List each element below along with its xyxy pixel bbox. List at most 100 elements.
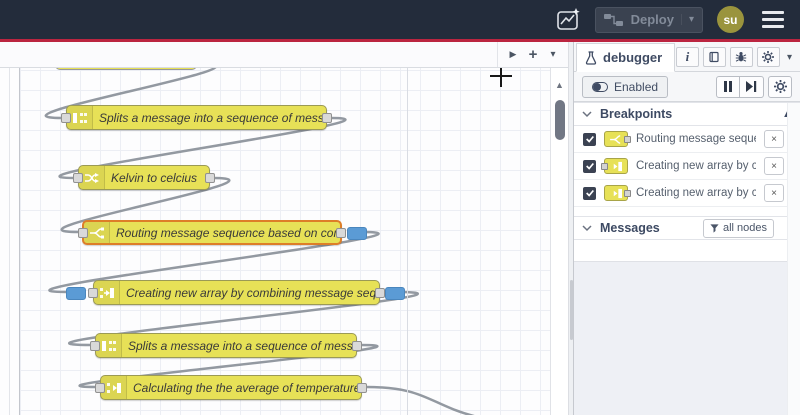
remove-breakpoint-button[interactable]: × (764, 184, 784, 202)
breakpoint-marker-output[interactable] (385, 286, 405, 300)
breakpoint-label: Routing message sequence based on condit… (636, 133, 756, 145)
check-icon (585, 135, 594, 143)
breakpoint-checkbox[interactable] (583, 186, 596, 200)
breakpoint-label: Creating new array by combining message … (636, 160, 756, 172)
sidebar-tab-buttons: i ▾ (675, 47, 800, 71)
messages-section-header[interactable]: Messages all nodes (574, 216, 800, 240)
add-flow-button[interactable]: + (524, 42, 542, 67)
help-book-button[interactable] (702, 47, 726, 67)
flow-list-caret-button[interactable]: ▾ (544, 42, 562, 67)
remove-breakpoint-button[interactable]: × (764, 157, 784, 175)
debugger-toolbar: Enabled (574, 72, 800, 102)
filter-funnel-icon (710, 223, 719, 233)
breakpoint-label: Creating new array by combining message … (636, 187, 756, 199)
node-red-app: Deploy ▾ su ▶ + ▾ Splits a message into … (0, 0, 800, 415)
output-port[interactable] (352, 340, 362, 351)
filter-all-nodes-button[interactable]: all nodes (702, 218, 774, 238)
input-port[interactable] (73, 172, 83, 183)
breakpoint-marker-input[interactable] (66, 286, 86, 300)
ai-chart-icon (556, 7, 580, 30)
mini-join-node-icon (604, 185, 631, 201)
node-label: Calculating the the average of temperatu… (133, 380, 357, 395)
mini-output-port (624, 135, 631, 143)
chevron-down-icon (582, 225, 592, 232)
pause-button[interactable] (716, 75, 740, 98)
breakpoint-row: Creating new array by combining message … (574, 153, 800, 180)
node-label: Kelvin to celcius (111, 170, 198, 185)
input-port[interactable] (88, 287, 98, 298)
wire[interactable] (365, 385, 550, 415)
canvas-vertical-scrollbar[interactable]: ▲ (550, 68, 568, 415)
sidebar: debugger i ▾ Enabled Breakpoints Routing… (573, 42, 800, 415)
sidebar-menu-caret[interactable]: ▾ (784, 52, 795, 63)
mini-input-port (601, 162, 608, 170)
deploy-label: Deploy (630, 12, 674, 27)
debugger-settings-button[interactable] (768, 75, 792, 98)
gear-icon (762, 51, 775, 63)
main-area: ▶ + ▾ Splits a message into a sequence o… (0, 42, 800, 415)
output-port[interactable] (357, 382, 367, 393)
scrollbar-thumb[interactable] (555, 100, 565, 140)
user-avatar[interactable]: su (717, 6, 744, 33)
messages-empty-row (574, 240, 800, 262)
input-port[interactable] (90, 340, 100, 351)
canvas-boundary-line (407, 68, 408, 415)
node-label: Routing message sequence based on condit… (116, 225, 336, 240)
bug-icon (736, 52, 747, 62)
chevron-down-icon (582, 111, 592, 118)
main-menu-button[interactable] (758, 9, 788, 30)
flow-canvas[interactable]: Splits a message into a sequence of mess… (0, 68, 550, 415)
node-split-1[interactable]: Splits a message into a sequence of mess… (61, 105, 332, 130)
output-port[interactable] (322, 112, 332, 123)
output-port[interactable] (205, 172, 215, 183)
breakpoint-checkbox[interactable] (583, 132, 596, 146)
node-join-1[interactable]: Creating new array by combining message … (66, 280, 405, 305)
tabstrip-controls: ▶ + ▾ (497, 42, 568, 67)
breakpoint-row: Routing message sequence based on condit… (574, 126, 800, 153)
messages-title: Messages (600, 221, 660, 235)
book-icon (709, 51, 720, 63)
node-label: Splits a message into a sequence of mess… (99, 110, 322, 125)
node-join-2[interactable]: Calculating the the average of temperatu… (95, 375, 367, 400)
breakpoints-section-header[interactable]: Breakpoints ▲ (574, 102, 800, 126)
node-switch[interactable]: Routing message sequence based on condit… (78, 220, 367, 245)
sidebar-scrollbar-track[interactable] (787, 103, 800, 415)
ai-chart-button[interactable] (555, 7, 581, 33)
flow-tabstrip: ▶ + ▾ (0, 42, 568, 68)
filter-label: all nodes (722, 222, 767, 234)
output-port[interactable] (336, 227, 346, 238)
section-spacer (574, 207, 800, 216)
output-port[interactable] (375, 287, 385, 298)
clipped-node[interactable] (55, 68, 197, 70)
settings-button[interactable] (756, 47, 780, 67)
node-change[interactable]: Kelvin to celcius (73, 165, 215, 190)
info-button[interactable]: i (675, 47, 699, 67)
tab-debugger[interactable]: debugger (576, 43, 676, 72)
gear-icon (773, 80, 787, 93)
hamburger-icon (762, 11, 784, 14)
input-port[interactable] (95, 382, 105, 393)
enabled-toggle-button[interactable]: Enabled (582, 75, 669, 98)
debugger-controls (716, 75, 792, 98)
tab-debugger-label: debugger (603, 50, 663, 65)
pause-icon (724, 81, 732, 92)
mini-switch-node-icon (604, 131, 631, 147)
remove-breakpoint-button[interactable]: × (764, 130, 784, 148)
mini-join-node-icon (601, 158, 628, 174)
input-port[interactable] (78, 227, 88, 238)
deploy-caret-icon[interactable]: ▾ (680, 14, 694, 25)
breakpoint-checkbox[interactable] (583, 159, 596, 173)
deploy-button[interactable]: Deploy ▾ (594, 6, 703, 33)
enabled-label: Enabled (614, 79, 659, 94)
scroll-up-arrow[interactable]: ▲ (551, 80, 568, 90)
breakpoint-marker-output[interactable] (347, 226, 367, 240)
step-button[interactable] (740, 75, 764, 98)
canvas-body: Splits a message into a sequence of mess… (0, 68, 568, 415)
debug-bug-button[interactable] (729, 47, 753, 67)
step-icon (746, 81, 757, 92)
node-label: Splits a message into a sequence of mess… (128, 338, 352, 353)
node-split-2[interactable]: Splits a message into a sequence of mess… (90, 333, 362, 358)
node-label: Creating new array by combining message … (126, 285, 375, 300)
input-port[interactable] (61, 112, 71, 123)
tab-scroll-right-button[interactable]: ▶ (504, 42, 522, 67)
